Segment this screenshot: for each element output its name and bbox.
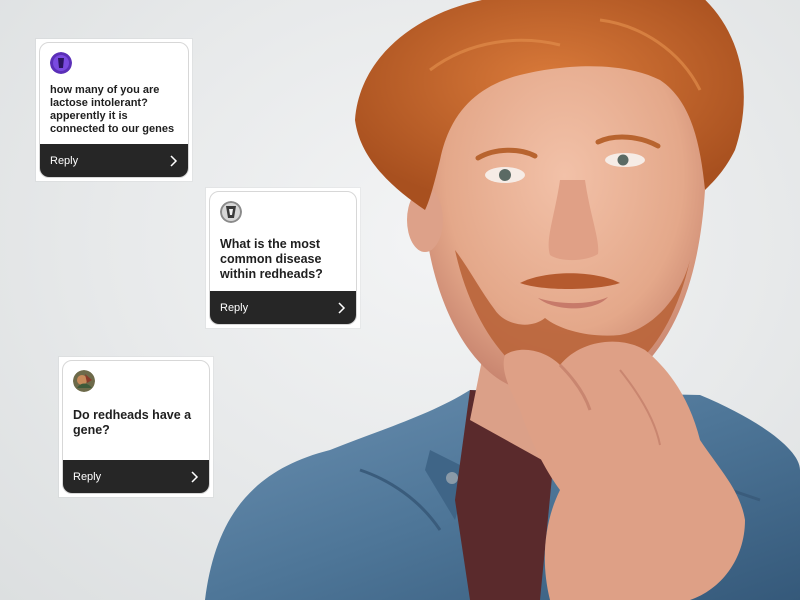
chevron-right-icon	[338, 301, 346, 314]
card-body: how many of you are lactose intolerant? …	[40, 43, 188, 144]
question-text: Do redheads have a gene?	[73, 408, 192, 437]
reply-label: Reply	[73, 470, 102, 483]
question-card-1: how many of you are lactose intolerant? …	[36, 39, 192, 181]
reply-label: Reply	[50, 154, 79, 167]
question-sticker: Do redheads have a gene? Reply	[62, 360, 210, 494]
avatar-icon[interactable]	[73, 370, 95, 392]
reply-label: Reply	[220, 301, 249, 314]
question-text: What is the most common disease within r…	[220, 237, 323, 281]
card-body: What is the most common disease within r…	[210, 192, 356, 291]
chevron-right-icon	[170, 154, 178, 167]
avatar-icon[interactable]	[220, 201, 242, 223]
question-sticker: how many of you are lactose intolerant? …	[39, 42, 189, 178]
reply-button[interactable]: Reply	[210, 291, 356, 324]
reply-button[interactable]: Reply	[63, 460, 209, 493]
chevron-right-icon	[191, 470, 199, 483]
avatar-icon[interactable]	[50, 52, 72, 74]
card-body: Do redheads have a gene?	[63, 361, 209, 460]
reply-button[interactable]: Reply	[40, 144, 188, 177]
question-card-2: What is the most common disease within r…	[206, 188, 360, 328]
question-sticker: What is the most common disease within r…	[209, 191, 357, 325]
question-card-3: Do redheads have a gene? Reply	[59, 357, 213, 497]
question-text: how many of you are lactose intolerant? …	[50, 84, 175, 135]
